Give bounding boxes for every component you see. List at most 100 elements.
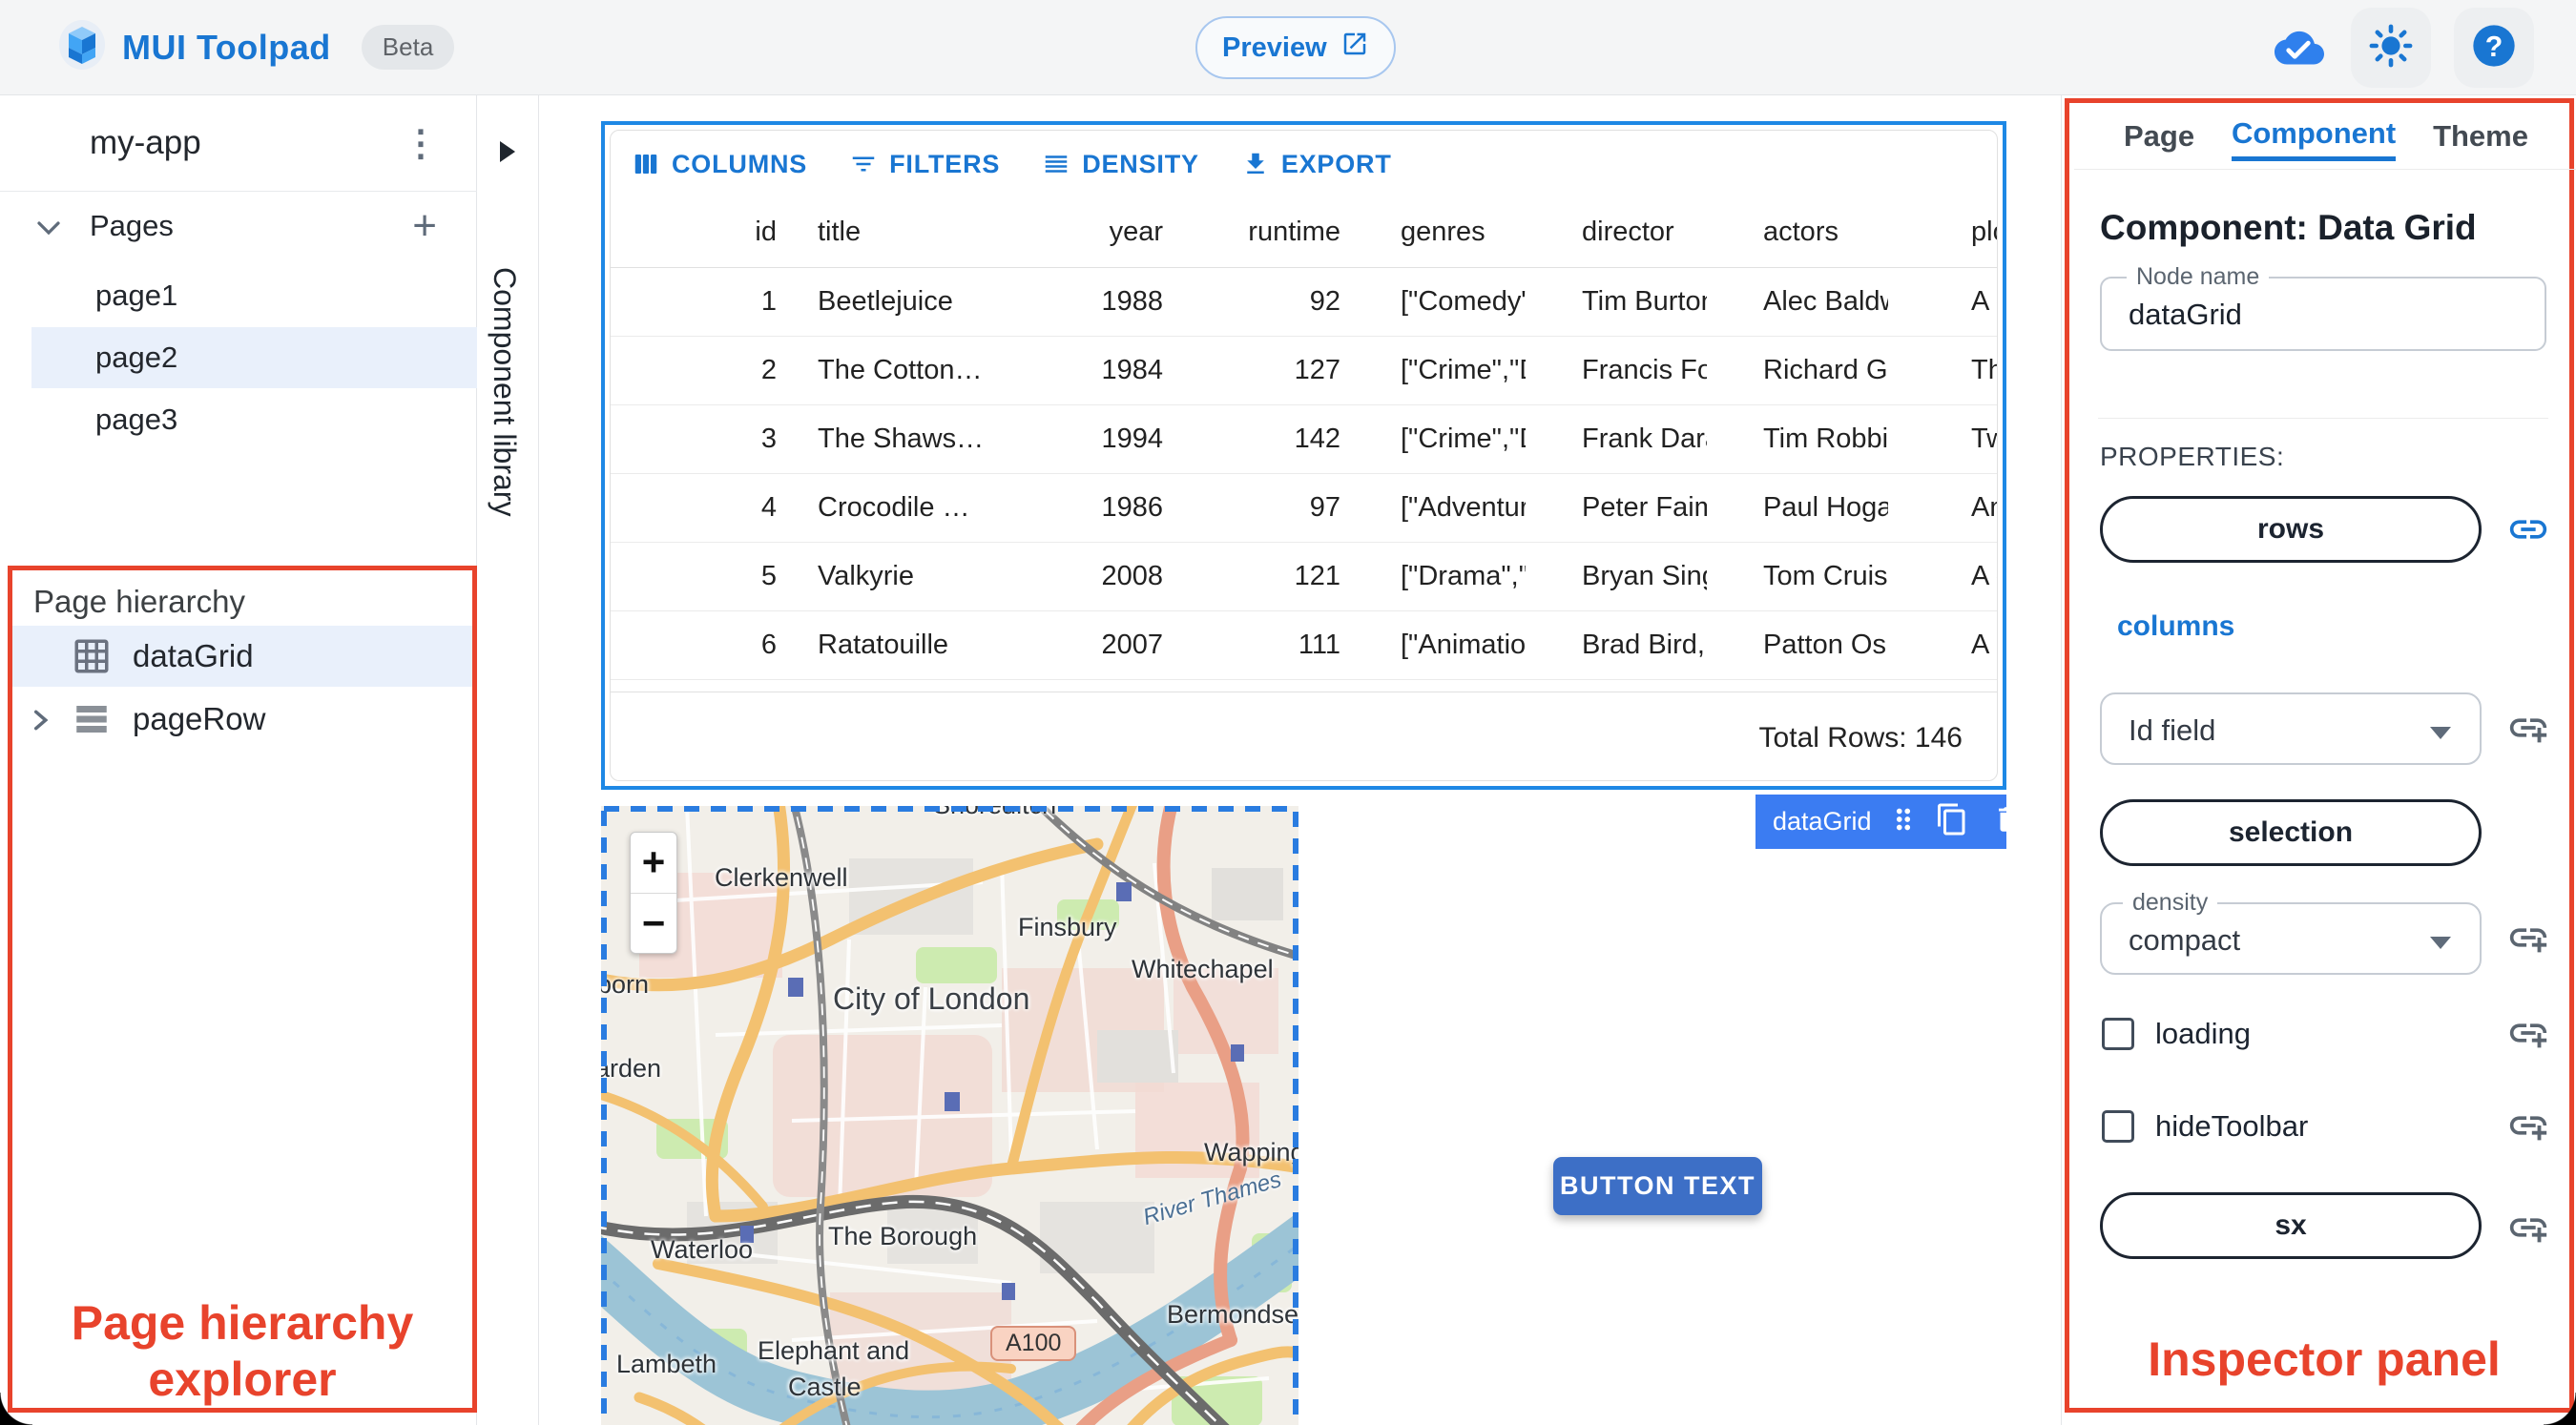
sidebar-item-page1[interactable]: page1	[31, 265, 477, 326]
table-cell[interactable]: 1988	[1035, 286, 1167, 318]
selection-property-button[interactable]: selection	[2100, 799, 2482, 866]
hidetoolbar-checkbox[interactable]	[2102, 1110, 2134, 1143]
table-cell[interactable]: Alec Baldw…	[1707, 286, 1888, 318]
binding-link-icon[interactable]	[2506, 507, 2550, 551]
table-cell[interactable]: Two	[1888, 423, 1997, 455]
component-library-panel[interactable]: Component library	[477, 95, 539, 1425]
column-header[interactable]: genres	[1344, 217, 1526, 248]
sync-status-button[interactable]	[2259, 8, 2339, 88]
table-cell[interactable]: ["Adventur…	[1344, 492, 1526, 524]
table-row[interactable]: 3The Shaws…1994142["Crime","D…Frank Dara…	[611, 405, 1997, 474]
column-header[interactable]: plot	[1888, 217, 1997, 248]
column-header[interactable]: director	[1526, 217, 1707, 248]
table-cell[interactable]: 1984	[1035, 355, 1167, 386]
table-cell[interactable]: Bryan Sing…	[1526, 561, 1707, 592]
table-cell[interactable]: ["Animatio…	[1344, 630, 1526, 661]
table-cell[interactable]: The Shaws…	[780, 423, 1035, 455]
columns-button[interactable]: COLUMNS	[632, 150, 807, 179]
table-cell[interactable]: A co	[1888, 286, 1997, 318]
table-cell[interactable]: The Cotton…	[780, 355, 1035, 386]
add-page-icon[interactable]: +	[412, 205, 437, 247]
table-cell[interactable]: Tim Robbi…	[1707, 423, 1888, 455]
zoom-out-button[interactable]: −	[631, 894, 676, 954]
add-binding-icon[interactable]	[2506, 1104, 2550, 1147]
table-cell[interactable]: Peter Faim…	[1526, 492, 1707, 524]
hierarchy-item-datagrid[interactable]: dataGrid	[12, 626, 472, 687]
add-binding-icon[interactable]	[2506, 706, 2550, 750]
table-cell[interactable]: 127	[1167, 355, 1344, 386]
density-select[interactable]: density compact	[2100, 889, 2482, 975]
table-cell[interactable]: ["Comedy",…	[1344, 286, 1526, 318]
drag-handle-icon[interactable]	[1887, 803, 1920, 840]
table-cell[interactable]: ["Crime","D…	[1344, 423, 1526, 455]
column-header[interactable]: title	[780, 217, 1035, 248]
table-row[interactable]: 2The Cotton…1984127["Crime","D…Francis F…	[611, 337, 1997, 405]
column-header[interactable]: runtime	[1167, 217, 1344, 248]
map-component[interactable]: Shoreditch Clerkenwell Finsbury Whitecha…	[601, 806, 1298, 1425]
table-cell[interactable]: Richard Ge…	[1707, 355, 1888, 386]
filters-button[interactable]: FILTERS	[849, 150, 1000, 179]
table-cell[interactable]: 97	[1167, 492, 1344, 524]
table-row[interactable]: 4Crocodile …198697["Adventur…Peter Faim……	[611, 474, 1997, 543]
table-cell[interactable]: 111	[1167, 630, 1344, 661]
table-cell[interactable]: 2	[611, 355, 780, 386]
table-cell[interactable]: 121	[1167, 561, 1344, 592]
table-cell[interactable]: ["Drama","…	[1344, 561, 1526, 592]
table-cell[interactable]: ["Crime","D…	[1344, 355, 1526, 386]
help-button[interactable]: ?	[2454, 8, 2534, 88]
table-cell[interactable]: 1994	[1035, 423, 1167, 455]
node-name-field[interactable]: Node name dataGrid	[2100, 263, 2546, 351]
table-cell[interactable]: Tim Burton	[1526, 286, 1707, 318]
table-cell[interactable]: Paul Hoga…	[1707, 492, 1888, 524]
sidebar-item-page2[interactable]: page2	[31, 327, 477, 388]
table-cell[interactable]: The	[1888, 355, 1997, 386]
table-cell[interactable]: 92	[1167, 286, 1344, 318]
zoom-in-button[interactable]: +	[631, 833, 676, 894]
table-cell[interactable]: Tom Cruis…	[1707, 561, 1888, 592]
export-button[interactable]: EXPORT	[1241, 150, 1392, 179]
table-cell[interactable]: 3	[611, 423, 780, 455]
table-cell[interactable]: Crocodile …	[780, 492, 1035, 524]
add-binding-icon[interactable]	[2506, 1206, 2550, 1249]
table-cell[interactable]: Brad Bird, …	[1526, 630, 1707, 661]
table-cell[interactable]: An A	[1888, 492, 1997, 524]
sx-property-button[interactable]: sx	[2100, 1192, 2482, 1259]
table-cell[interactable]: Francis For…	[1526, 355, 1707, 386]
tab-theme[interactable]: Theme	[2433, 119, 2528, 159]
table-cell[interactable]: Frank Dara…	[1526, 423, 1707, 455]
table-cell[interactable]: A ra	[1888, 630, 1997, 661]
table-cell[interactable]: 1986	[1035, 492, 1167, 524]
pages-section-header[interactable]: Pages +	[0, 192, 477, 260]
duplicate-icon[interactable]	[1935, 802, 1969, 841]
preview-button[interactable]: Preview	[1195, 16, 1396, 79]
loading-checkbox[interactable]	[2102, 1018, 2134, 1050]
rows-property-button[interactable]: rows	[2100, 496, 2482, 563]
table-cell[interactable]: 2008	[1035, 561, 1167, 592]
column-header[interactable]: id	[611, 217, 780, 248]
columns-property-link[interactable]: columns	[2117, 610, 2234, 643]
tab-page[interactable]: Page	[2124, 119, 2194, 159]
table-cell[interactable]: 142	[1167, 423, 1344, 455]
delete-icon[interactable]	[1992, 803, 2025, 840]
table-row[interactable]: 5Valkyrie2008121["Drama","…Bryan Sing…To…	[611, 543, 1997, 611]
table-cell[interactable]: 6	[611, 630, 780, 661]
table-cell[interactable]: Patton Os…	[1707, 630, 1888, 661]
add-binding-icon[interactable]	[2506, 916, 2550, 960]
sidebar-item-page3[interactable]: page3	[31, 389, 477, 450]
table-cell[interactable]: 1	[611, 286, 780, 318]
table-cell[interactable]: Ratatouille	[780, 630, 1035, 661]
table-cell[interactable]: 4	[611, 492, 780, 524]
table-row[interactable]: 1Beetlejuice198892["Comedy",…Tim BurtonA…	[611, 268, 1997, 337]
table-cell[interactable]: Valkyrie	[780, 561, 1035, 592]
column-header[interactable]: actors	[1707, 217, 1888, 248]
canvas-button-component[interactable]: BUTTON TEXT	[1553, 1157, 1762, 1215]
theme-toggle-button[interactable]	[2351, 8, 2431, 88]
density-button[interactable]: DENSITY	[1042, 150, 1199, 179]
tab-component[interactable]: Component	[2231, 116, 2397, 161]
table-cell[interactable]: A dr	[1888, 561, 1997, 592]
project-menu-kebab-icon[interactable]: ⋮	[403, 122, 439, 165]
table-cell[interactable]: 2007	[1035, 630, 1167, 661]
column-header[interactable]: year	[1035, 217, 1167, 248]
datagrid-component[interactable]: COLUMNS FILTERS DENSITY EXPORT id title …	[601, 121, 2006, 790]
hierarchy-item-pagerow[interactable]: pageRow	[12, 689, 472, 750]
